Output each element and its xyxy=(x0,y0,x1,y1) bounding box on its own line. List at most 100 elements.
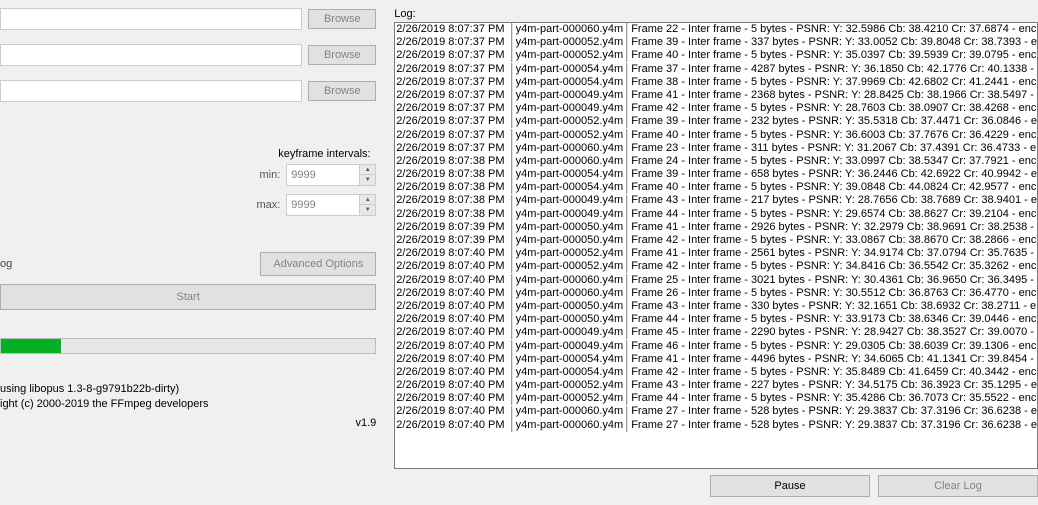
file-row-2: Browse xyxy=(0,44,376,66)
log-timestamp: 2/26/2019 8:07:40 PM xyxy=(396,392,507,405)
log-line[interactable]: 2/26/2019 8:07:37 PM y4m-part-000052.y4m… xyxy=(395,49,1037,62)
log-timestamp: 2/26/2019 8:07:40 PM xyxy=(396,405,507,418)
log-line[interactable]: 2/26/2019 8:07:37 PM y4m-part-000049.y4m… xyxy=(395,102,1037,115)
log-timestamp: 2/26/2019 8:07:37 PM xyxy=(396,102,507,115)
log-message: Frame 37 - Inter frame - 4287 bytes - PS… xyxy=(631,63,1034,76)
separator-icon xyxy=(626,102,628,115)
log-line[interactable]: 2/26/2019 8:07:40 PM y4m-part-000052.y4m… xyxy=(395,247,1037,260)
keyframe-min-value: 9999 xyxy=(287,169,359,181)
start-button[interactable]: Start xyxy=(0,284,376,310)
log-line[interactable]: 2/26/2019 8:07:37 PM y4m-part-000060.y4m… xyxy=(395,23,1037,36)
log-toggle-label: og xyxy=(0,258,12,270)
log-file: y4m-part-000052.y4m xyxy=(516,115,624,128)
log-line[interactable]: 2/26/2019 8:07:40 PM y4m-part-000060.y4m… xyxy=(395,405,1037,418)
separator-icon xyxy=(511,392,513,405)
log-message: Frame 38 - Inter frame - 5 bytes - PSNR:… xyxy=(631,76,1036,89)
file-input-3[interactable] xyxy=(0,80,302,102)
log-line[interactable]: 2/26/2019 8:07:40 PM y4m-part-000052.y4m… xyxy=(395,260,1037,273)
log-line[interactable]: 2/26/2019 8:07:37 PM y4m-part-000060.y4m… xyxy=(395,142,1037,155)
browse-button-2[interactable]: Browse xyxy=(308,45,376,65)
separator-icon xyxy=(511,260,513,273)
separator-icon xyxy=(511,287,513,300)
separator-icon xyxy=(511,76,513,89)
pause-button[interactable]: Pause xyxy=(710,475,870,497)
file-input-2[interactable] xyxy=(0,44,302,66)
log-timestamp: 2/26/2019 8:07:37 PM xyxy=(396,49,507,62)
separator-icon xyxy=(511,155,513,168)
separator-icon xyxy=(511,247,513,260)
keyframe-block: keyframe intervals: min: 9999 ▲ ▼ max: 9… xyxy=(256,148,376,224)
log-file: y4m-part-000049.y4m xyxy=(516,102,624,115)
log-line[interactable]: 2/26/2019 8:07:40 PM y4m-part-000054.y4m… xyxy=(395,353,1037,366)
separator-icon xyxy=(626,326,628,339)
credits-line-1: using libopus 1.3-8-g9791b22b-dirty) xyxy=(0,382,376,397)
log-timestamp: 2/26/2019 8:07:40 PM xyxy=(396,313,507,326)
log-line[interactable]: 2/26/2019 8:07:37 PM y4m-part-000052.y4m… xyxy=(395,115,1037,128)
keyframe-max-spinner[interactable]: 9999 ▲ ▼ xyxy=(286,194,376,216)
progress-bar xyxy=(0,338,376,354)
log-message: Frame 42 - Inter frame - 5 bytes - PSNR:… xyxy=(631,366,1036,379)
separator-icon xyxy=(626,49,628,62)
separator-icon xyxy=(626,23,628,36)
log-line[interactable]: 2/26/2019 8:07:40 PM y4m-part-000054.y4m… xyxy=(395,366,1037,379)
log-line[interactable]: 2/26/2019 8:07:40 PM y4m-part-000049.y4m… xyxy=(395,340,1037,353)
separator-icon xyxy=(626,89,628,102)
log-line[interactable]: 2/26/2019 8:07:37 PM y4m-part-000054.y4m… xyxy=(395,76,1037,89)
log-file: y4m-part-000060.y4m xyxy=(516,23,624,36)
log-line[interactable]: 2/26/2019 8:07:40 PM y4m-part-000060.y4m… xyxy=(395,419,1037,432)
log-line[interactable]: 2/26/2019 8:07:38 PM y4m-part-000049.y4m… xyxy=(395,208,1037,221)
log-box[interactable]: 2/26/2019 8:07:37 PM y4m-part-000060.y4m… xyxy=(394,22,1038,469)
log-timestamp: 2/26/2019 8:07:40 PM xyxy=(396,419,507,432)
spinner-up-icon[interactable]: ▲ xyxy=(360,195,375,205)
log-line[interactable]: 2/26/2019 8:07:38 PM y4m-part-000054.y4m… xyxy=(395,181,1037,194)
clear-log-button[interactable]: Clear Log xyxy=(878,475,1038,497)
spinner-buttons: ▲ ▼ xyxy=(359,195,375,215)
log-line[interactable]: 2/26/2019 8:07:37 PM y4m-part-000052.y4m… xyxy=(395,129,1037,142)
browse-button-1[interactable]: Browse xyxy=(308,9,376,29)
separator-icon xyxy=(626,287,628,300)
log-message: Frame 43 - Inter frame - 217 bytes - PSN… xyxy=(631,194,1037,207)
log-line[interactable]: 2/26/2019 8:07:39 PM y4m-part-000050.y4m… xyxy=(395,221,1037,234)
credits-line-2: ight (c) 2000-2019 the FFmpeg developers xyxy=(0,397,376,412)
log-file: y4m-part-000060.y4m xyxy=(516,405,624,418)
log-line[interactable]: 2/26/2019 8:07:40 PM y4m-part-000049.y4m… xyxy=(395,326,1037,339)
separator-icon xyxy=(626,76,628,89)
progress-fill xyxy=(1,339,61,353)
log-message: Frame 39 - Inter frame - 658 bytes - PSN… xyxy=(631,168,1037,181)
separator-icon xyxy=(511,129,513,142)
log-label: Log: xyxy=(394,8,1038,20)
log-line[interactable]: 2/26/2019 8:07:38 PM y4m-part-000060.y4m… xyxy=(395,155,1037,168)
log-line[interactable]: 2/26/2019 8:07:40 PM y4m-part-000060.y4m… xyxy=(395,274,1037,287)
log-line[interactable]: 2/26/2019 8:07:39 PM y4m-part-000050.y4m… xyxy=(395,234,1037,247)
browse-button-3[interactable]: Browse xyxy=(308,81,376,101)
log-message: Frame 27 - Inter frame - 528 bytes - PSN… xyxy=(631,419,1037,432)
separator-icon xyxy=(626,208,628,221)
log-timestamp: 2/26/2019 8:07:40 PM xyxy=(396,260,507,273)
log-file: y4m-part-000050.y4m xyxy=(516,221,624,234)
advanced-options-button[interactable]: Advanced Options xyxy=(260,252,376,276)
app-window: Browse Browse Browse keyframe intervals:… xyxy=(0,0,1038,505)
log-line[interactable]: 2/26/2019 8:07:37 PM y4m-part-000054.y4m… xyxy=(395,63,1037,76)
separator-icon xyxy=(626,36,628,49)
log-line[interactable]: 2/26/2019 8:07:40 PM y4m-part-000050.y4m… xyxy=(395,313,1037,326)
log-line[interactable]: 2/26/2019 8:07:40 PM y4m-part-000052.y4m… xyxy=(395,379,1037,392)
log-line[interactable]: 2/26/2019 8:07:37 PM y4m-part-000049.y4m… xyxy=(395,89,1037,102)
separator-icon xyxy=(511,23,513,36)
spinner-up-icon[interactable]: ▲ xyxy=(360,165,375,175)
separator-icon xyxy=(626,300,628,313)
separator-icon xyxy=(511,326,513,339)
log-line[interactable]: 2/26/2019 8:07:37 PM y4m-part-000052.y4m… xyxy=(395,36,1037,49)
log-timestamp: 2/26/2019 8:07:40 PM xyxy=(396,274,507,287)
log-message: Frame 42 - Inter frame - 5 bytes - PSNR:… xyxy=(631,260,1036,273)
log-line[interactable]: 2/26/2019 8:07:40 PM y4m-part-000052.y4m… xyxy=(395,392,1037,405)
log-line[interactable]: 2/26/2019 8:07:40 PM y4m-part-000050.y4m… xyxy=(395,300,1037,313)
log-line[interactable]: 2/26/2019 8:07:40 PM y4m-part-000060.y4m… xyxy=(395,287,1037,300)
keyframe-min-spinner[interactable]: 9999 ▲ ▼ xyxy=(286,164,376,186)
spinner-down-icon[interactable]: ▼ xyxy=(360,205,375,215)
log-line[interactable]: 2/26/2019 8:07:38 PM y4m-part-000049.y4m… xyxy=(395,194,1037,207)
right-panel: Log: 2/26/2019 8:07:37 PM y4m-part-00006… xyxy=(384,0,1038,505)
spinner-down-icon[interactable]: ▼ xyxy=(360,175,375,185)
log-file: y4m-part-000054.y4m xyxy=(516,353,624,366)
log-line[interactable]: 2/26/2019 8:07:38 PM y4m-part-000054.y4m… xyxy=(395,168,1037,181)
file-input-1[interactable] xyxy=(0,8,302,30)
